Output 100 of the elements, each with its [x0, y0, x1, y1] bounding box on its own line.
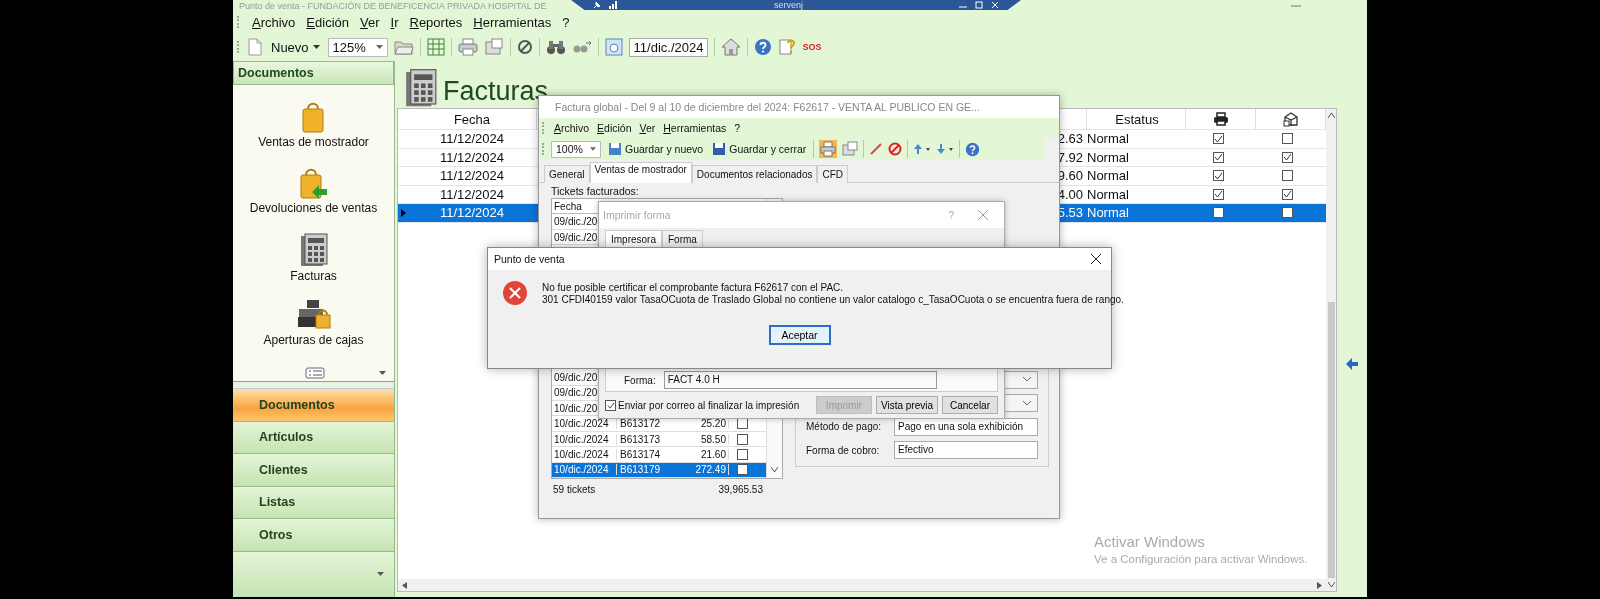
sos-button[interactable]: SOS: [802, 42, 822, 52]
table-row[interactable]: 10/dic./2024 B613173 58.50: [552, 431, 766, 448]
shortcut-item[interactable]: Facturas: [290, 233, 337, 299]
menu-item[interactable]: Ver: [639, 122, 656, 134]
menu-item[interactable]: Archivo: [252, 14, 296, 30]
ok-button[interactable]: Aceptar: [768, 325, 831, 345]
down-arrow-icon[interactable]: [936, 143, 955, 155]
checkbox[interactable]: [737, 448, 748, 460]
dropdown-caret-icon[interactable]: [379, 371, 386, 375]
navigation-button[interactable]: Clientes: [233, 454, 394, 487]
dropdown-caret-icon[interactable]: [377, 572, 384, 577]
menu-item[interactable]: Ir: [390, 14, 399, 30]
scroll-down-icon[interactable]: [771, 467, 778, 472]
checkbox-label[interactable]: Enviar por correo al finalizar la impresión: [618, 399, 800, 411]
caret-icon: [590, 147, 596, 151]
menu-item[interactable]: Herramientas: [473, 14, 552, 30]
menu-item[interactable]: Edición: [597, 122, 632, 134]
checkbox[interactable]: [737, 464, 748, 476]
up-arrow-icon[interactable]: [913, 143, 932, 155]
left-arrow-icon[interactable]: [1346, 358, 1358, 370]
checkbox[interactable]: [1282, 207, 1293, 219]
checkbox[interactable]: [605, 399, 616, 411]
navigation-button[interactable]: Otros: [233, 519, 394, 552]
tab[interactable]: CFD: [817, 165, 849, 183]
list-icon[interactable]: [305, 367, 325, 379]
menu-item[interactable]: Edición: [306, 14, 349, 30]
shortcut-item[interactable]: Ventas de mostrador: [258, 101, 369, 167]
menu-item[interactable]: Archivo: [554, 122, 590, 134]
menu-item[interactable]: ?: [734, 122, 741, 134]
field-label: Forma de cobro:: [806, 444, 881, 456]
spreadsheet-icon[interactable]: [426, 38, 445, 56]
checkbox[interactable]: [1282, 188, 1293, 200]
navigation-button[interactable]: Artículos: [233, 421, 394, 454]
dialog-button[interactable]: Cancelar: [942, 396, 998, 414]
zoom-dropdown[interactable]: 125%: [327, 37, 388, 57]
save-and-close-button[interactable]: Guardar y cerrar: [710, 142, 809, 156]
table-cell: B613179: [616, 464, 687, 476]
text-field[interactable]: Pago en una sola exhibición: [894, 417, 1038, 436]
checkbox[interactable]: [1213, 188, 1224, 200]
restore-icon[interactable]: [975, 1, 983, 9]
checkbox[interactable]: [1213, 133, 1224, 145]
cancel-icon[interactable]: [516, 39, 533, 55]
horizontal-scrollbar[interactable]: [398, 579, 1326, 591]
toolbar-grip: [542, 143, 546, 155]
checkbox[interactable]: [737, 418, 748, 430]
checkbox[interactable]: [1213, 207, 1224, 219]
tab[interactable]: General: [544, 165, 590, 183]
splitter-handle[interactable]: [233, 381, 394, 389]
checkbox[interactable]: [1282, 170, 1293, 182]
new-button[interactable]: Nuevo: [269, 39, 322, 55]
navigation-button[interactable]: Documentos: [233, 389, 394, 422]
navigation-button[interactable]: Listas: [233, 486, 394, 519]
shortcut-item[interactable]: Devoluciones de ventas: [249, 167, 378, 233]
dropdown-caret-icon[interactable]: [1023, 400, 1031, 406]
checkbox[interactable]: [1282, 133, 1293, 145]
close-icon[interactable]: [1091, 254, 1101, 264]
checkbox[interactable]: [1213, 170, 1224, 182]
dropdown-caret-icon[interactable]: [1023, 377, 1031, 383]
checkbox[interactable]: [1213, 151, 1224, 163]
table-cell: B613174: [616, 448, 687, 460]
tab[interactable]: Documentos relacionados: [691, 165, 818, 183]
help-icon[interactable]: [754, 38, 773, 56]
date-field[interactable]: 11/dic./2024: [628, 37, 709, 57]
column-header[interactable]: Fecha: [408, 109, 537, 129]
section-label: Tickets facturados:: [551, 185, 640, 198]
folder-icon[interactable]: [393, 39, 414, 55]
scroll-up-icon[interactable]: [1327, 113, 1335, 118]
menu-item[interactable]: Ver: [360, 14, 380, 30]
text-field[interactable]: Efectivo: [894, 441, 1038, 460]
cancel-icon[interactable]: [888, 142, 903, 156]
checkbox[interactable]: [1282, 151, 1293, 163]
vertical-scrollbar[interactable]: [1326, 109, 1336, 591]
zoom-dropdown[interactable]: 100%: [551, 140, 601, 158]
printer-icon[interactable]: [1212, 112, 1229, 126]
scroll-right-icon[interactable]: [1317, 581, 1322, 589]
package-icon[interactable]: [1282, 111, 1299, 127]
tab[interactable]: Ventas de mostrador: [589, 162, 692, 183]
column-header[interactable]: Estatus: [1087, 109, 1186, 129]
save-and-new-button[interactable]: Guardar y nuevo: [606, 142, 706, 156]
help-icon[interactable]: [965, 141, 981, 157]
shortcut-item[interactable]: Aperturas de cajas: [263, 299, 364, 365]
print-preview-icon[interactable]: [842, 141, 859, 157]
error-icon: [502, 280, 528, 306]
menu-item[interactable]: Herramientas: [663, 122, 727, 134]
pen-icon[interactable]: [869, 142, 884, 156]
home-icon[interactable]: [721, 38, 742, 56]
table-cell-text: Normal: [1086, 205, 1130, 221]
menu-item[interactable]: ?: [562, 14, 570, 30]
scroll-down-icon[interactable]: [1327, 582, 1335, 587]
tab[interactable]: Impresora: [605, 230, 662, 248]
binoculars-icon[interactable]: [545, 39, 566, 55]
table-row[interactable]: 10/dic./2024 B613174 21.60: [552, 447, 766, 463]
scroll-left-icon[interactable]: [402, 581, 407, 589]
text-field[interactable]: FACT 4.0 H: [663, 371, 937, 389]
table-cell-text: 11/12/2024: [438, 205, 506, 221]
dialog-button[interactable]: Vista previa: [875, 396, 938, 414]
menu-item[interactable]: Reportes: [409, 14, 463, 30]
checkbox[interactable]: [737, 433, 748, 445]
table-cell: 272.49: [687, 464, 729, 476]
pin-icon[interactable]: [593, 1, 601, 9]
